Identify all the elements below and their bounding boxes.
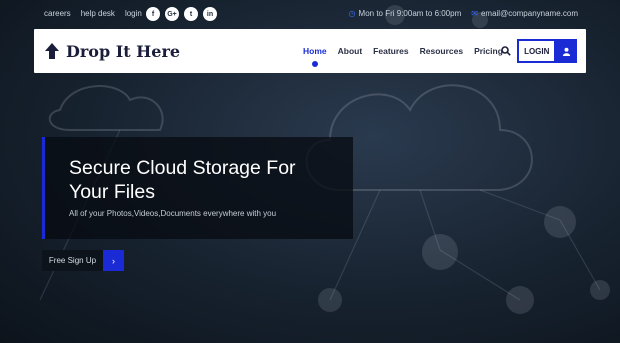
search-icon[interactable] <box>501 46 511 56</box>
hero-title: Secure Cloud Storage For Your Files <box>69 157 296 203</box>
user-button[interactable] <box>556 39 577 63</box>
email-text[interactable]: email@companyname.com <box>481 9 578 18</box>
login-button[interactable]: LOGIN <box>517 39 557 63</box>
brand-logo[interactable]: Drop It Here <box>42 41 180 61</box>
email-item[interactable]: ✉ email@companyname.com <box>471 9 578 18</box>
hours-item: ◷ Mon to Fri 9:00am to 6:00pm <box>349 9 462 18</box>
mail-icon: ✉ <box>471 9 478 18</box>
top-login-link[interactable]: login <box>125 9 142 18</box>
menu-item-about[interactable]: About <box>338 46 363 56</box>
hours-text: Mon to Fri 9:00am to 6:00pm <box>358 9 462 18</box>
user-icon <box>563 47 571 56</box>
facebook-icon[interactable]: f <box>146 7 160 21</box>
menu-item-pricing[interactable]: Pricing <box>474 46 503 56</box>
top-bar: careers help desk login f G+ t in ◷ Mon t… <box>0 0 620 28</box>
menu-item-resources[interactable]: Resources <box>420 46 463 56</box>
main-menu: Home About Features Resources Pricing <box>303 46 503 67</box>
careers-link[interactable]: careers <box>44 9 71 18</box>
menu-item-home-label: Home <box>303 46 327 56</box>
contact-info: ◷ Mon to Fri 9:00am to 6:00pm ✉ email@comp… <box>349 9 578 18</box>
drop-logo-icon <box>45 43 59 59</box>
chevron-right-icon[interactable]: › <box>103 250 124 271</box>
menu-item-features[interactable]: Features <box>373 46 408 56</box>
twitter-icon[interactable]: t <box>184 7 198 21</box>
free-signup-cta[interactable]: Free Sign Up › <box>42 250 124 271</box>
main-navbar: Drop It Here Home About Features Resourc… <box>34 29 586 73</box>
hero-panel: Secure Cloud Storage For Your Files All … <box>42 137 353 239</box>
active-indicator <box>311 61 318 67</box>
top-links: careers help desk login <box>44 9 142 18</box>
free-signup-button[interactable]: Free Sign Up <box>42 250 103 271</box>
linkedin-icon[interactable]: in <box>203 7 217 21</box>
google-plus-icon[interactable]: G+ <box>165 7 179 21</box>
social-links: f G+ t in <box>146 7 217 21</box>
hero-subtitle: All of your Photos,Videos,Documents ever… <box>69 209 277 218</box>
help-desk-link[interactable]: help desk <box>81 9 115 18</box>
login-group: LOGIN <box>517 39 577 63</box>
brand-name: Drop It Here <box>66 41 181 61</box>
menu-item-home[interactable]: Home <box>303 46 327 67</box>
clock-icon: ◷ <box>348 9 356 18</box>
